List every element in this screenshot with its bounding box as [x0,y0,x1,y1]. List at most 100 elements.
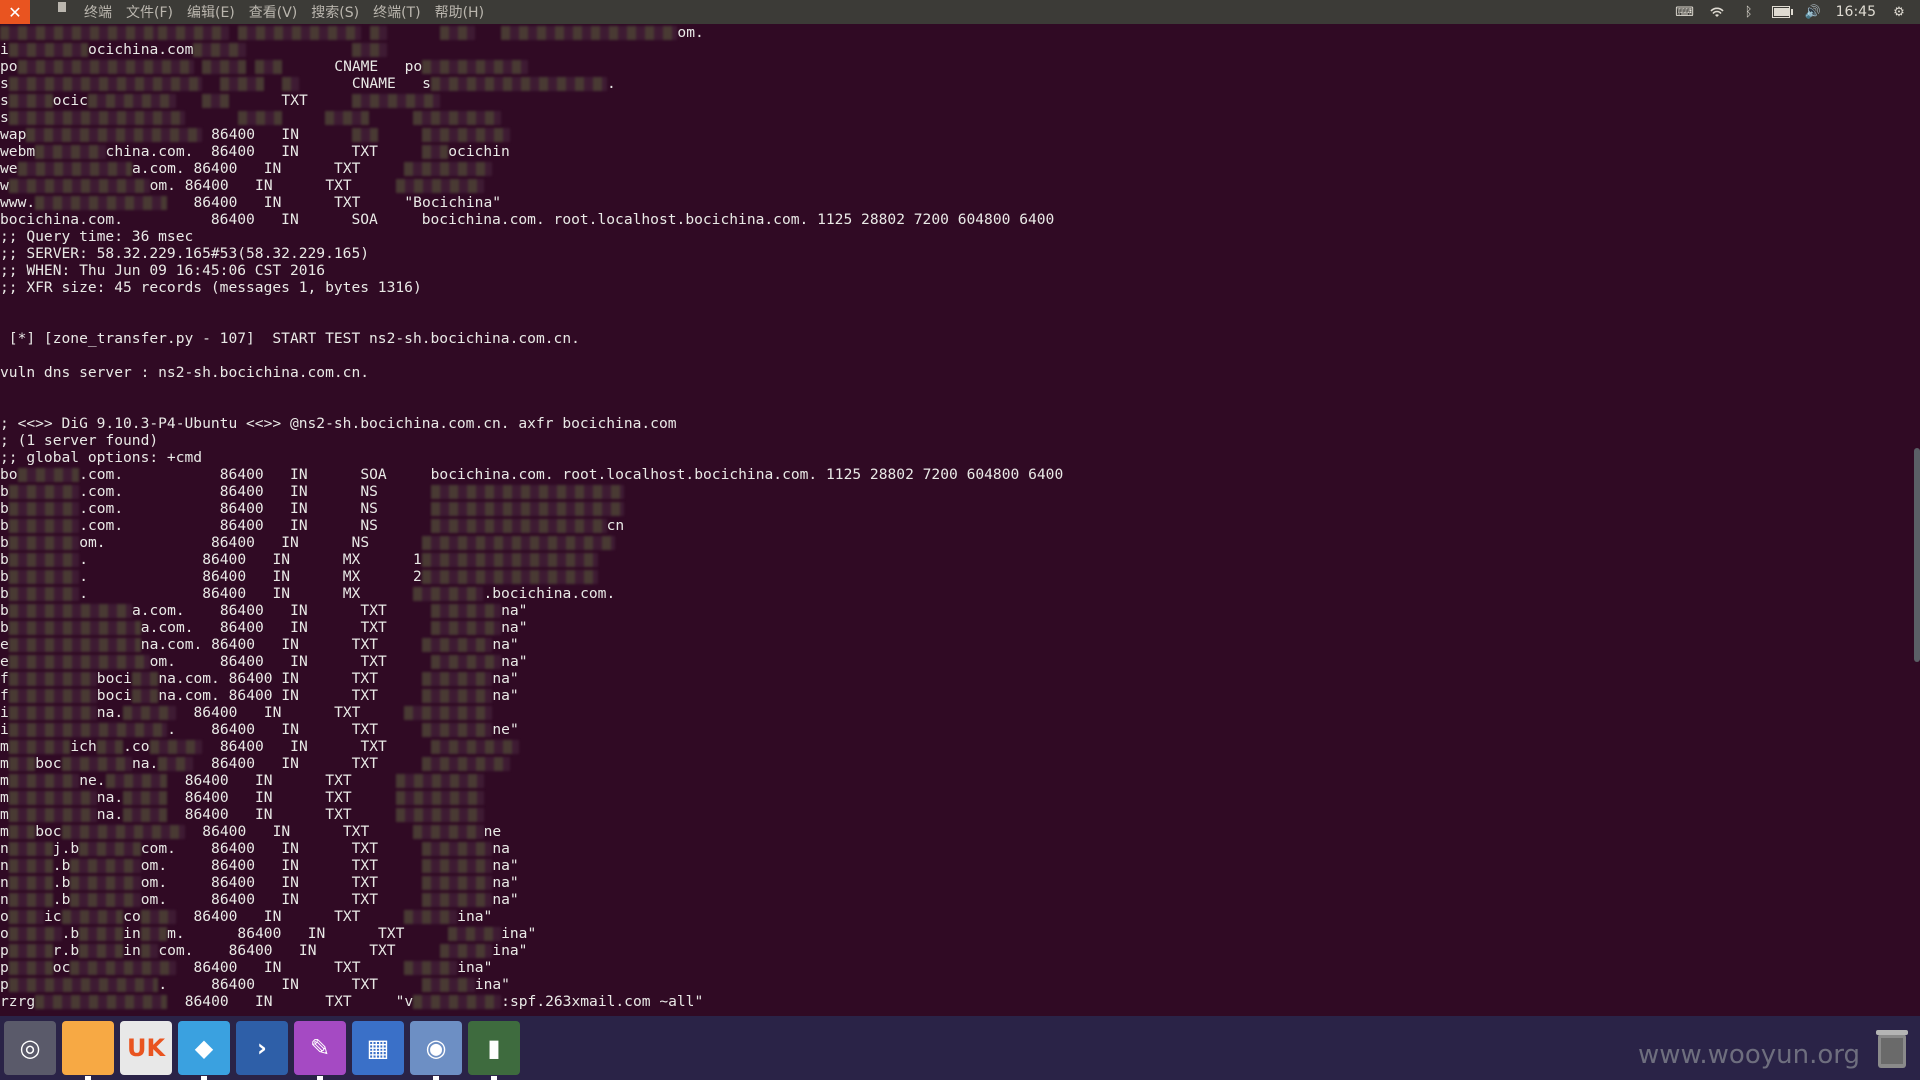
redacted-text [8,944,53,958]
terminal-text: 86400 IN TXT [167,789,396,806]
terminal-line: b . 86400 IN MX 2 [0,568,1910,585]
terminal-text: .co [123,738,150,755]
terminal-text: 86400 IN TXT [175,704,405,721]
terminal-app-icon[interactable]: ▮ [468,1021,520,1080]
menu-bar: 终端 文件(F) 编辑(E) 查看(V) 搜索(S) 终端(T) 帮助(H) [54,2,498,22]
terminal-line: m na. 86400 IN TXT [0,789,1910,806]
menu-item-file[interactable]: 文件(F) [126,2,173,22]
redacted-text [17,60,194,74]
terminal-text: china.com. 86400 IN TXT [105,143,422,160]
keyboard-icon[interactable]: ⌨ [1675,4,1694,20]
terminal-output[interactable]: om. i ocichina.com po CNAME po s CNAME s.so… [0,24,1910,1016]
terminal-scrollbar[interactable] [1914,448,1920,662]
wifi-icon[interactable] [1708,4,1726,20]
terminal-line: s CNAME s. [0,75,1910,92]
terminal-text: n [0,840,9,857]
redacted-text [413,825,484,839]
redacted-text [26,128,203,142]
terminal-text: ne. [79,772,106,789]
app-launcher-blue-icon[interactable]: ◆ [178,1021,230,1080]
terminal-text: we [0,160,18,177]
terminal-line: ; (1 server found) [0,432,1910,449]
window-manager-app-icon[interactable]: ▦ [352,1021,404,1075]
terminal-text: om. 86400 IN TXT [149,653,431,670]
menu-item-search[interactable]: 搜索(S) [311,2,359,22]
volume-icon[interactable]: 🔊 [1804,4,1822,20]
ubuntu-software-app-icon[interactable]: UK [120,1021,172,1075]
browser-app-icon[interactable]: ◉ [410,1021,462,1080]
terminal-line: i . 86400 IN TXT ne" [0,721,1910,738]
redacted-text [8,927,62,941]
terminal-text: ic [43,908,62,925]
terminal-line: p oc 86400 IN TXT ina" [0,959,1910,976]
redacted-text [395,774,484,788]
terminal-text: ne [483,823,502,840]
clock[interactable]: 16:45 [1836,4,1876,20]
terminal-text: boc [35,755,62,772]
code-editor-app-icon[interactable]: › [236,1021,288,1075]
gear-icon[interactable]: ⚙ [1890,4,1908,20]
terminal-text: p [0,976,9,993]
terminal-line: [*] [zone_transfer.py - 107] START TEST … [0,330,1910,347]
terminal-text: na. [96,806,124,823]
terminal-text: cn [606,517,625,534]
menu-item-terminal-menu[interactable]: 终端(T) [373,2,420,22]
terminal-text: 86400 IN TXT [193,755,422,772]
terminal-line: po CNAME po [0,58,1910,75]
watermark: www.wooyun.org [1637,1040,1860,1070]
terminal-text: m [0,789,9,806]
terminal-text: ina" [474,976,510,993]
redacted-text [8,910,44,924]
redacted-text [8,757,36,771]
terminal-line: i ocichina.com [0,41,1910,58]
terminal-text: :spf.263xmail.com ~all" [501,993,704,1010]
terminal-text: na" [501,602,528,619]
terminal-line: n .b om. 86400 IN TXT na" [0,891,1910,908]
battery-icon[interactable] [1771,4,1793,20]
bluetooth-icon[interactable]: ᛒ [1740,4,1758,20]
terminal-text: b [0,517,9,534]
trash-icon[interactable] [1874,1026,1910,1070]
terminal-text: 86400 IN TXT [202,738,431,755]
redacted-text [404,706,493,720]
terminal-text: ina" [457,959,493,976]
terminal-line: ;; global options: +cmd [0,449,1910,466]
redacted-text [8,791,97,805]
terminal-line: f boci na.com. 86400 IN TXT na" [0,670,1910,687]
dash-button-icon[interactable]: ◎ [4,1021,56,1075]
redacted-text [8,553,80,567]
redacted-text [325,111,370,125]
terminal-text: m. 86400 IN TXT [167,925,449,942]
menu-item-edit[interactable]: 编辑(E) [187,2,235,22]
terminal-line: s [0,109,1910,126]
redacted-text [421,757,510,771]
terminal-text: webm [0,143,36,160]
redacted-text [421,638,493,652]
close-icon[interactable]: ✕ [0,0,30,24]
files-app-icon[interactable] [62,1021,114,1080]
terminal-text: 86400 IN TXT [175,959,405,976]
terminal-text: 86400 IN [202,126,352,143]
menu-item-help[interactable]: 帮助(H) [435,2,484,22]
terminal-text: . 86400 IN MX 2 [79,568,422,585]
terminal-text: w [0,177,9,194]
terminal-text: e [0,653,9,670]
redacted-text [430,655,502,669]
menu-item-terminal[interactable]: 终端 [84,2,112,22]
terminal-text: vuln dns server : ns2-sh.bocichina.com.c… [0,364,370,381]
terminal-text: ;; XFR size: 45 records (messages 1, byt… [0,279,422,296]
redacted-text [8,638,141,652]
text-editor-app-icon[interactable]: ✎ [294,1021,346,1080]
redacted-text [79,842,141,856]
redacted-text [421,978,475,992]
menu-item-view[interactable]: 查看(V) [249,2,298,22]
